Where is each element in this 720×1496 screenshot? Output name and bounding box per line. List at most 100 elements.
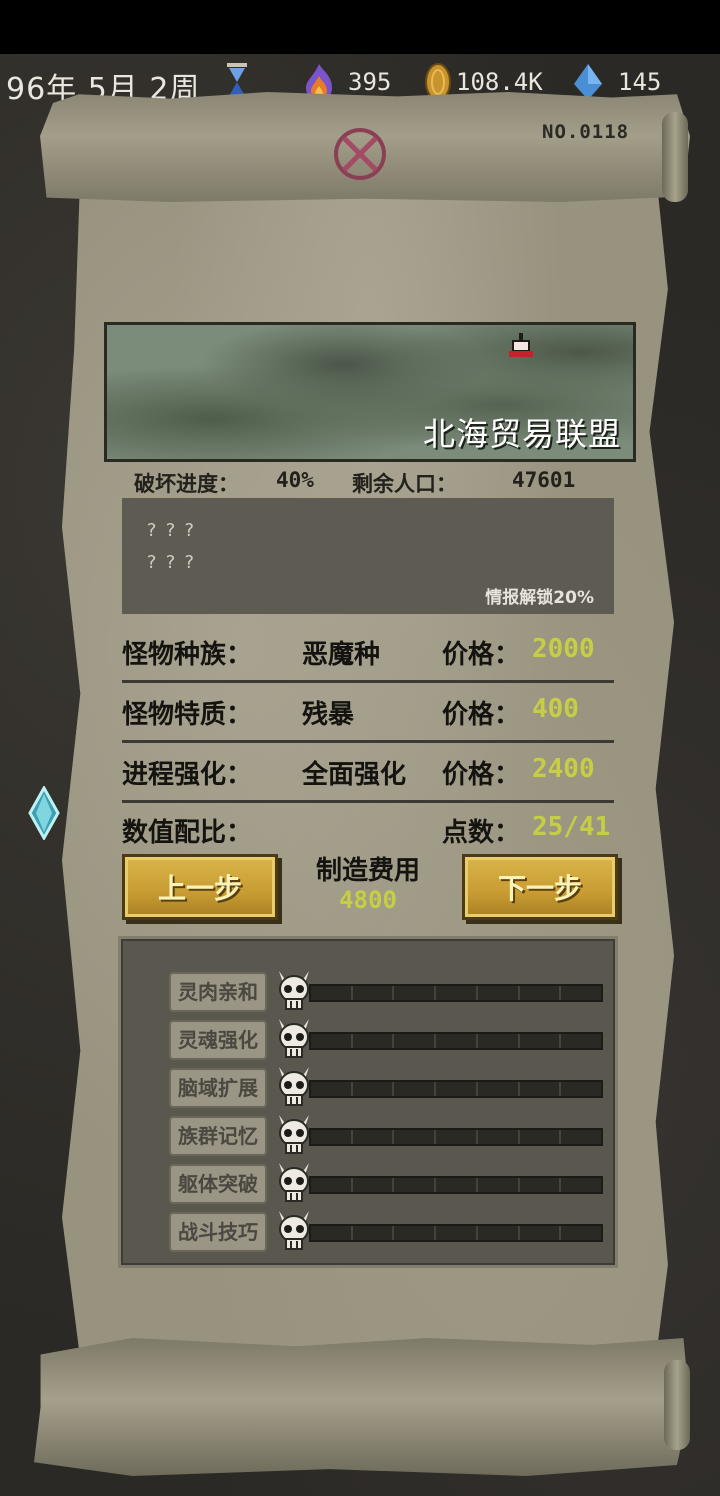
row-monster-race[interactable]: 怪物种族： 恶魔种 价格： 2000	[122, 622, 614, 683]
stat-level-segment	[311, 986, 353, 1000]
skull-icon	[277, 1161, 311, 1205]
stat-name-button[interactable]: 脑域扩展	[169, 1068, 267, 1108]
crystal-count: 145	[618, 68, 662, 96]
stat-level-segment	[561, 1226, 601, 1240]
price-label: 价格：	[442, 760, 521, 790]
stat-name-button[interactable]: 灵肉亲和	[169, 972, 267, 1012]
scroll-bottom-roll	[34, 1338, 690, 1476]
intel-unlock: 情报解锁20%	[485, 588, 594, 608]
stat-level-bar[interactable]	[309, 1128, 603, 1146]
stat-row[interactable]: 灵肉亲和	[169, 969, 603, 1013]
row-label: 数值配比：	[122, 818, 253, 848]
stat-name-button[interactable]: 灵魂强化	[169, 1020, 267, 1060]
stat-row[interactable]: 脑域扩展	[169, 1065, 603, 1109]
stat-level-segment	[520, 1130, 562, 1144]
stat-level-segment	[520, 1226, 562, 1240]
stat-allocation-panel: 灵肉亲和灵魂强化脑域扩展族群记忆躯体突破战斗技巧	[118, 936, 618, 1268]
stat-level-segment	[394, 1178, 437, 1192]
price-label: 价格：	[442, 700, 521, 730]
stat-level-bar[interactable]	[309, 1176, 603, 1194]
stat-level-segment	[353, 1178, 395, 1192]
stat-level-segment	[561, 1130, 601, 1144]
scroll-knob-top	[662, 112, 688, 202]
row-monster-trait[interactable]: 怪物特质： 残暴 价格： 400	[122, 682, 614, 743]
seal-icon	[334, 128, 386, 180]
scroll-knob-bottom	[664, 1360, 690, 1450]
price-value: 2000	[532, 634, 595, 664]
stat-level-segment	[520, 1034, 562, 1048]
stat-level-segment	[311, 1130, 353, 1144]
stat-level-segment	[520, 1178, 562, 1192]
skull-icon	[277, 1017, 311, 1061]
skull-icon	[277, 1209, 311, 1253]
stat-row[interactable]: 族群记忆	[169, 1113, 603, 1157]
stat-level-segment	[478, 1178, 520, 1192]
stat-level-bar[interactable]	[309, 1032, 603, 1050]
stat-name-button[interactable]: 战斗技巧	[169, 1212, 267, 1252]
stat-level-segment	[353, 1034, 395, 1048]
stat-level-segment	[394, 986, 437, 1000]
stat-level-segment	[561, 1034, 601, 1048]
stat-level-segment	[478, 1130, 520, 1144]
stat-level-segment	[311, 1034, 353, 1048]
stat-level-segment	[436, 1130, 478, 1144]
price-value: 400	[532, 694, 579, 724]
stat-level-segment	[353, 1226, 395, 1240]
stat-level-bar[interactable]	[309, 1080, 603, 1098]
destroy-progress-value: 40%	[276, 468, 314, 492]
stat-level-segment	[478, 986, 520, 1000]
stat-level-segment	[311, 1082, 353, 1096]
region-name: 北海贸易联盟	[422, 415, 621, 453]
stat-level-segment	[353, 1082, 395, 1096]
intel-box: ??? ??? 情报解锁20%	[122, 498, 614, 614]
stat-level-segment	[520, 986, 562, 1000]
row-value: 恶魔种	[302, 640, 381, 670]
stat-level-segment	[478, 1034, 520, 1048]
row-label: 进程强化：	[122, 760, 253, 790]
target-map[interactable]: 北海贸易联盟	[104, 322, 636, 462]
stat-level-segment	[436, 1226, 478, 1240]
castle-marker-icon	[509, 333, 533, 357]
stat-level-segment	[478, 1226, 520, 1240]
price-label: 价格：	[442, 640, 521, 670]
stat-level-segment	[436, 1034, 478, 1048]
stat-level-bar[interactable]	[309, 1224, 603, 1242]
stat-level-segment	[394, 1082, 437, 1096]
stat-level-segment	[436, 1082, 478, 1096]
intel-line: ???	[146, 520, 203, 541]
cost-value: 4800	[339, 886, 397, 914]
stat-name-button[interactable]: 躯体突破	[169, 1164, 267, 1204]
stat-level-segment	[561, 1178, 601, 1192]
status-bar	[0, 0, 720, 54]
price-value: 2400	[532, 754, 595, 784]
stat-row[interactable]: 战斗技巧	[169, 1209, 603, 1253]
stat-level-segment	[436, 986, 478, 1000]
skull-icon	[277, 1065, 311, 1109]
row-value: 残暴	[302, 700, 355, 730]
points-label: 点数：	[442, 818, 521, 848]
stat-level-segment	[561, 1082, 601, 1096]
stat-level-segment	[353, 986, 395, 1000]
next-step-button[interactable]: 下一步	[462, 854, 618, 920]
row-process-boost[interactable]: 进程强化： 全面强化 价格： 2400	[122, 742, 614, 803]
row-label: 怪物种族：	[122, 640, 253, 670]
stat-level-segment	[520, 1082, 562, 1096]
stat-row[interactable]: 灵魂强化	[169, 1017, 603, 1061]
stat-level-segment	[311, 1178, 353, 1192]
row-value: 全面强化	[302, 760, 407, 790]
prev-step-button[interactable]: 上一步	[122, 854, 278, 920]
serial-number: NO.0118	[542, 121, 630, 143]
skull-icon	[277, 969, 311, 1013]
population-value: 47601	[512, 468, 576, 492]
destroy-progress-label: 破坏进度：	[134, 472, 239, 496]
coin-count: 108.4K	[456, 68, 543, 96]
side-crystal-icon[interactable]	[28, 786, 60, 840]
points-value: 25/41	[532, 812, 611, 842]
stat-name-button[interactable]: 族群记忆	[169, 1116, 267, 1156]
stat-level-segment	[353, 1130, 395, 1144]
stat-level-segment	[311, 1226, 353, 1240]
population-label: 剩余人口：	[352, 472, 457, 496]
stat-level-bar[interactable]	[309, 984, 603, 1002]
skull-icon	[277, 1113, 311, 1157]
stat-row[interactable]: 躯体突破	[169, 1161, 603, 1205]
